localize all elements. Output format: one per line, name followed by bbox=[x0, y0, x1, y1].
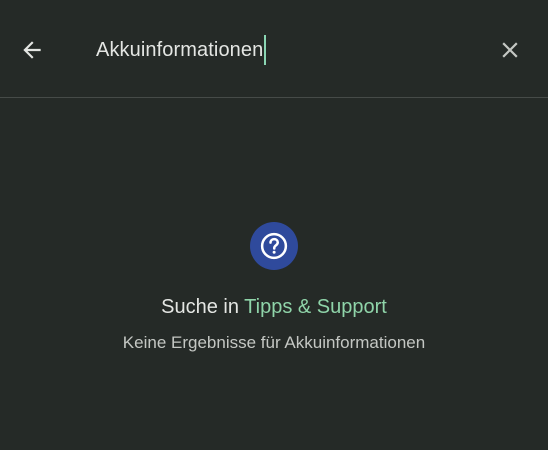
search-query-text: Akkuinformationen bbox=[96, 38, 264, 61]
no-results-message: Keine Ergebnisse für Akkuinformationen bbox=[122, 333, 426, 352]
back-button[interactable] bbox=[14, 32, 50, 68]
empty-state: Suche in Tipps & Support Keine Ergebniss… bbox=[0, 222, 548, 354]
empty-state-headline: Suche in Tipps & Support bbox=[0, 294, 548, 320]
search-input[interactable]: Akkuinformationen bbox=[96, 32, 267, 68]
headline-app-name: Tipps & Support bbox=[244, 296, 387, 318]
help-badge bbox=[250, 222, 298, 270]
help-circle-icon bbox=[260, 232, 288, 260]
arrow-back-icon bbox=[23, 41, 41, 59]
text-caret bbox=[264, 35, 267, 65]
headline-prefix: Suche in bbox=[161, 296, 245, 318]
clear-search-button[interactable] bbox=[492, 32, 528, 68]
close-icon bbox=[502, 42, 518, 58]
search-bar: Akkuinformationen bbox=[0, 0, 548, 98]
